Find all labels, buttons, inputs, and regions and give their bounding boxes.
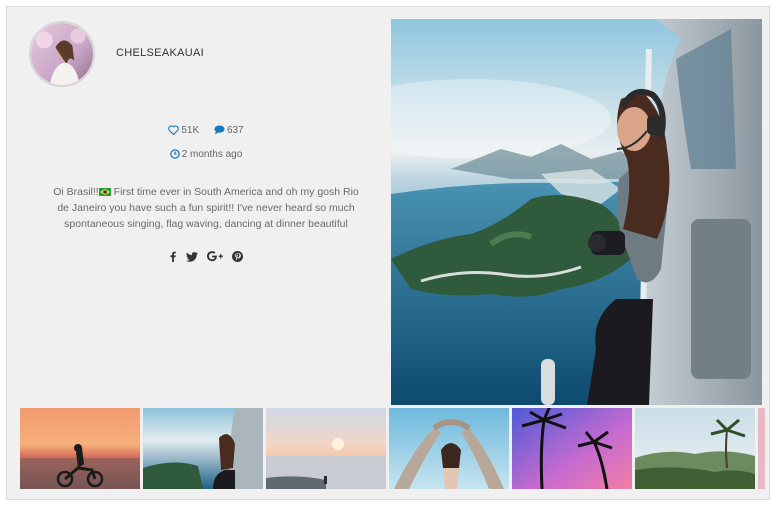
likes-count: 51K xyxy=(168,125,199,136)
thumbnail-palm-jungle[interactable] xyxy=(635,408,755,489)
instagram-post-widget: CHELSEAKAUAI 51K 637 2 months ago Oi Bra… xyxy=(6,6,770,500)
post-stats: 51K 637 xyxy=(21,125,391,136)
likes-value: 51K xyxy=(181,125,200,136)
clock-icon xyxy=(169,149,180,159)
thumbnail-beach-sunset[interactable] xyxy=(266,408,386,489)
twitter-icon[interactable] xyxy=(185,251,198,265)
share-bar xyxy=(21,251,391,265)
username[interactable]: CHELSEAKAUAI xyxy=(116,47,204,59)
thumbnail-sunset-motorbike[interactable] xyxy=(20,408,140,489)
facebook-icon[interactable] xyxy=(169,251,177,265)
main-photo[interactable] xyxy=(391,19,762,405)
thumbnail-partial[interactable] xyxy=(758,408,765,489)
brazil-flag-icon xyxy=(98,188,111,196)
post-time: 2 months ago xyxy=(21,149,391,160)
thumbnail-palm-trees-pink[interactable] xyxy=(512,408,632,489)
thumbnail-strip xyxy=(20,408,765,489)
pinterest-icon[interactable] xyxy=(232,251,244,265)
heart-icon xyxy=(168,125,180,136)
google-plus-icon[interactable] xyxy=(207,251,223,265)
thumbnail-swing-beach[interactable] xyxy=(389,408,509,489)
comments-count: 637 xyxy=(214,125,244,136)
caption-start: Oi Brasil!! xyxy=(53,186,99,198)
avatar[interactable] xyxy=(29,21,95,87)
thumbnail-helicopter-rio[interactable] xyxy=(143,408,263,489)
comment-icon xyxy=(214,125,225,135)
time-ago: 2 months ago xyxy=(181,149,243,160)
post-info-panel: CHELSEAKAUAI 51K 637 2 months ago Oi Bra… xyxy=(21,19,391,404)
post-caption: Oi Brasil!! First time ever in South Ame… xyxy=(49,184,363,232)
comments-value: 637 xyxy=(226,125,244,136)
